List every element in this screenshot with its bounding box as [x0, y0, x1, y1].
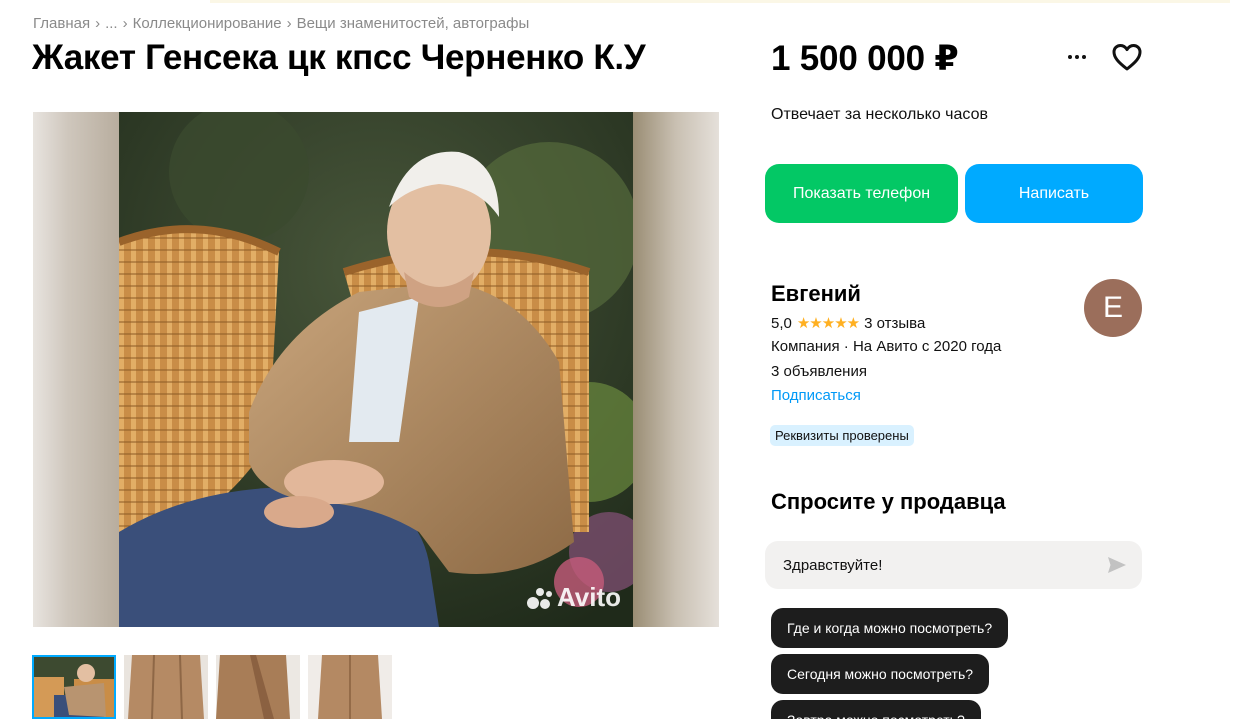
- avito-logo-icon: [526, 586, 553, 610]
- more-dots-icon: [1082, 55, 1086, 59]
- write-message-button[interactable]: Написать: [965, 164, 1143, 223]
- show-phone-button[interactable]: Показать телефон: [765, 164, 958, 223]
- quick-question-chip[interactable]: Завтра можно посмотреть?: [771, 700, 981, 719]
- photo-illustration: [119, 112, 633, 627]
- gallery-blur-right: [633, 112, 719, 627]
- thumbnail-3[interactable]: [216, 655, 300, 719]
- breadcrumb-ellipsis[interactable]: ...: [105, 15, 118, 32]
- thumbnail-4[interactable]: [308, 655, 392, 719]
- avito-watermark: Avito: [526, 582, 621, 613]
- heart-icon: [1112, 44, 1142, 71]
- seller-rating[interactable]: 5,0 ★★★★★ 3 отзыва: [771, 314, 926, 333]
- breadcrumb-separator: ›: [286, 15, 292, 32]
- subscribe-link[interactable]: Подписаться: [771, 387, 861, 404]
- quick-question-chip[interactable]: Где и когда можно посмотреть?: [771, 608, 1009, 648]
- thumbnail-2[interactable]: [124, 655, 208, 719]
- thumbnail-1[interactable]: [32, 655, 116, 719]
- main-photo[interactable]: Avito: [119, 112, 633, 627]
- breadcrumb-celebrity-items[interactable]: Вещи знаменитостей, автографы: [297, 15, 530, 32]
- gallery-blur-left: [33, 112, 119, 627]
- message-input-text: Здравствуйте!: [783, 556, 883, 574]
- listing-price: 1 500 000 ₽: [771, 39, 959, 78]
- send-icon[interactable]: [1106, 555, 1128, 575]
- verified-badge: Реквизиты проверены: [770, 425, 914, 446]
- rating-value: 5,0: [771, 314, 792, 332]
- top-strip: [210, 0, 1230, 3]
- breadcrumb-collecting[interactable]: Коллекционирование: [133, 15, 282, 32]
- thumbnail-strip: [32, 655, 392, 719]
- seller-name[interactable]: Евгений: [771, 281, 861, 307]
- breadcrumb-home[interactable]: Главная: [33, 15, 90, 32]
- quick-question-chip[interactable]: Сегодня можно посмотреть?: [771, 654, 990, 694]
- breadcrumb-separator: ›: [122, 15, 128, 32]
- rating-stars-icon: ★★★★★: [796, 315, 860, 332]
- ask-seller-title: Спросите у продавца: [771, 489, 1006, 514]
- watermark-text: Avito: [556, 582, 621, 612]
- breadcrumb-separator: ›: [95, 15, 101, 32]
- response-time: Отвечает за несколько часов: [771, 106, 988, 123]
- reviews-count: 3 отзыва: [864, 314, 926, 332]
- more-button[interactable]: [1062, 44, 1092, 70]
- message-input[interactable]: Здравствуйте!: [765, 541, 1142, 589]
- seller-listings-count[interactable]: 3 объявления: [771, 363, 867, 380]
- more-dots-icon: [1068, 55, 1072, 59]
- seller-company-line: Компания · На Авито с 2020 года: [771, 338, 1002, 355]
- favorite-button[interactable]: [1111, 42, 1143, 72]
- photo-gallery[interactable]: Avito: [33, 112, 719, 627]
- avatar[interactable]: Е: [1084, 279, 1142, 337]
- listing-title: Жакет Генсека цк кпсс Черненко К.У: [32, 38, 646, 77]
- breadcrumb: Главная ›... › Коллекционирование › Вещи знам…: [33, 15, 529, 32]
- more-dots-icon: [1075, 55, 1079, 59]
